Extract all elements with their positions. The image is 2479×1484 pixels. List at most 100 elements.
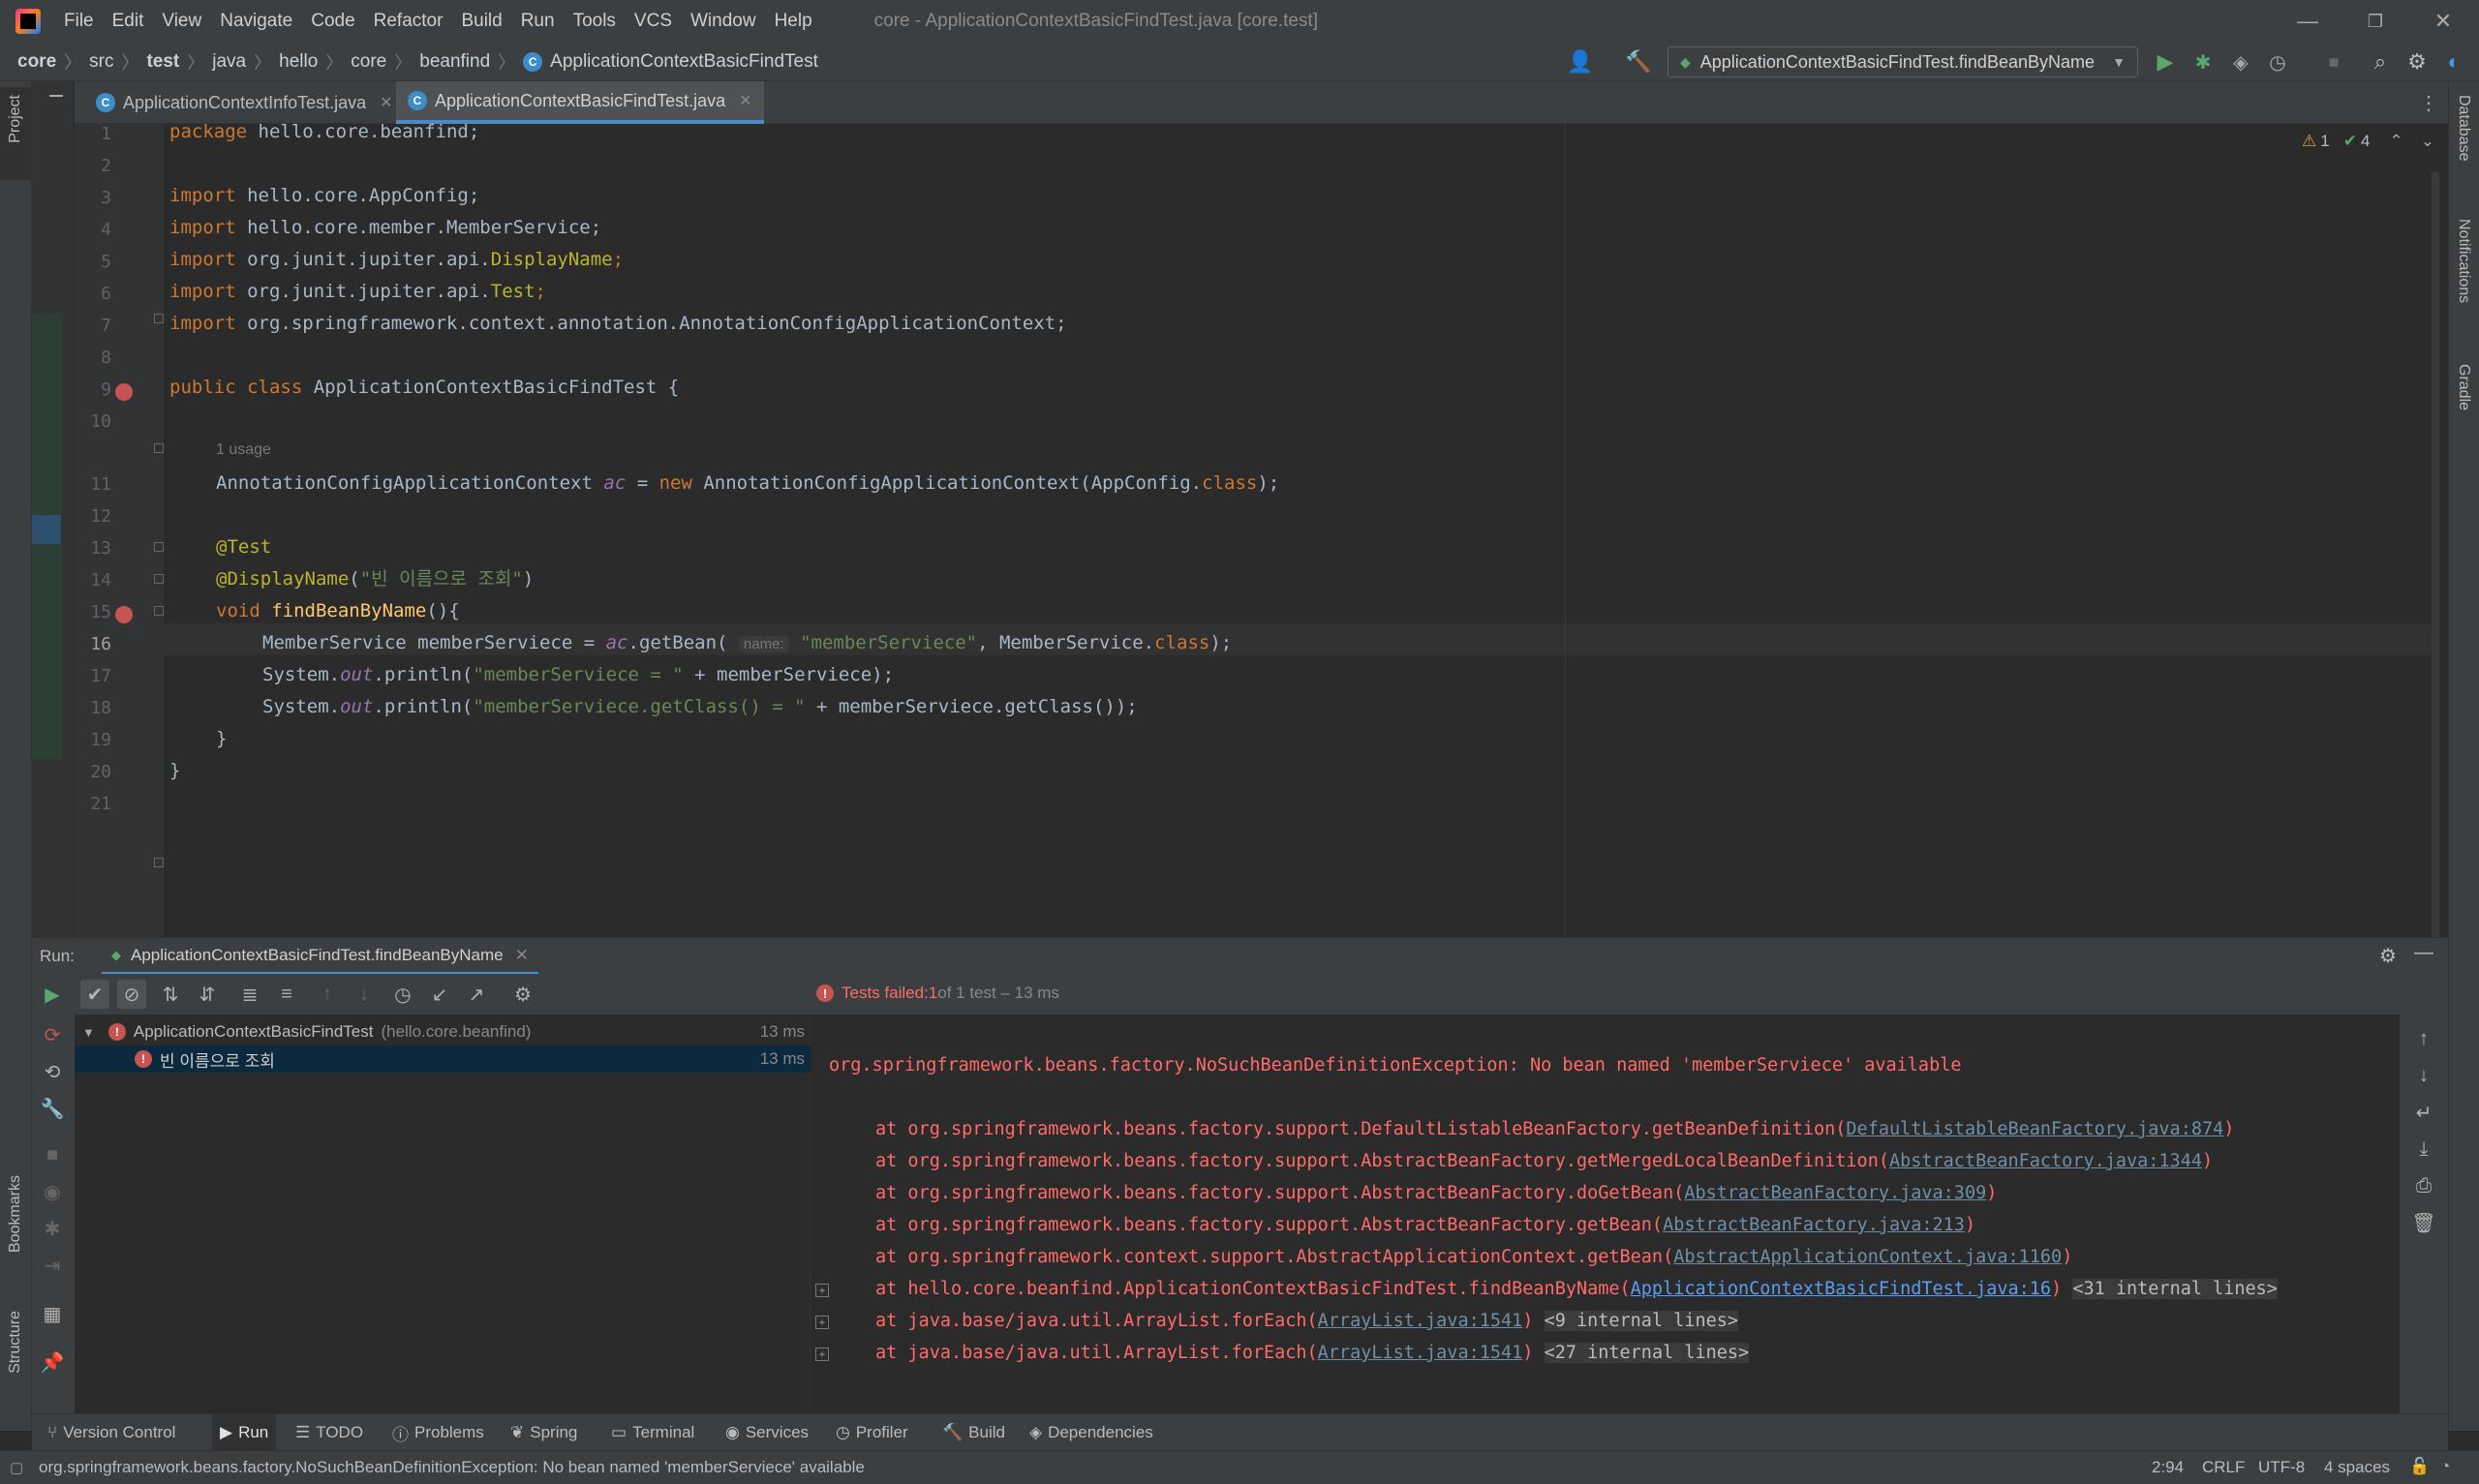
tool-problems[interactable]: ⓘ Problems [392, 1414, 484, 1451]
wrench-icon[interactable]: 🔧 [38, 1094, 67, 1123]
breadcrumb-item[interactable]: hello [279, 51, 318, 73]
indent-setting[interactable]: 4 spaces [2324, 1458, 2390, 1477]
show-passed-icon[interactable]: ✔ [80, 980, 109, 1009]
run-icon[interactable]: ▶ [2152, 48, 2179, 76]
print-icon[interactable]: ⎙ [2409, 1171, 2438, 1200]
file-encoding[interactable]: UTF-8 [2258, 1458, 2305, 1477]
tool-terminal[interactable]: ▭ Terminal [611, 1414, 694, 1451]
lock-icon[interactable]: 🔓 [2409, 1457, 2430, 1476]
menu-edit[interactable]: Edit [112, 11, 144, 32]
rerun-icon[interactable]: ▶ [38, 980, 67, 1009]
breadcrumb-item[interactable]: java [212, 51, 246, 73]
hide-panel-icon[interactable] [49, 95, 63, 97]
trash-icon[interactable]: 🗑 [2409, 1208, 2438, 1237]
coverage-icon[interactable]: ◈ [2227, 48, 2254, 76]
status-window-icon[interactable]: ▢ [10, 1459, 23, 1476]
breadcrumb-item[interactable]: beanfind [419, 51, 490, 73]
menu-refactor[interactable]: Refactor [374, 11, 444, 32]
code-editor[interactable]: package hello.core.beanfind; import hell… [164, 121, 2440, 937]
history-icon[interactable]: ◷ [388, 980, 417, 1009]
debug-icon[interactable]: ✱ [38, 1214, 67, 1243]
breadcrumb-item[interactable]: core [351, 51, 386, 73]
chevron-up-icon[interactable]: ⌃ [2389, 132, 2402, 151]
restore-icon[interactable]: ❐ [2341, 0, 2409, 43]
tool-run[interactable]: ▶ Run [212, 1414, 277, 1451]
show-ignored-icon[interactable]: ⊘ [117, 980, 146, 1009]
editor-scrollbar[interactable] [2432, 172, 2439, 937]
menu-build[interactable]: Build [461, 11, 502, 32]
database-label[interactable]: Database [2455, 95, 2472, 162]
fold-icon[interactable] [154, 574, 164, 584]
expand-fold-icon[interactable]: + [815, 1348, 829, 1361]
expand-fold-icon[interactable]: + [815, 1284, 829, 1297]
internal-lines-fold[interactable]: <31 internal lines> [2072, 1279, 2278, 1299]
breadcrumb-item[interactable]: core [17, 51, 56, 73]
minimize-icon[interactable]: — [2274, 0, 2341, 43]
sort-duration-icon[interactable]: ⇵ [193, 980, 222, 1009]
tool-spring[interactable]: ❦ Spring [510, 1414, 577, 1451]
prev-failed-icon[interactable]: ↑ [313, 980, 342, 1009]
more-tabs-icon[interactable]: ⋮ [2419, 91, 2438, 115]
frame-link[interactable]: ArrayList.java:1541 [1318, 1343, 1523, 1363]
breadcrumb-item[interactable]: ApplicationContextBasicFindTest [550, 51, 818, 73]
user-icon[interactable]: 👤 [1567, 48, 1594, 76]
run-test-gutter-icon[interactable] [115, 606, 133, 623]
menu-tools[interactable]: Tools [573, 11, 616, 32]
intellij-logo-icon[interactable] [15, 9, 41, 34]
status-message[interactable]: org.springframework.beans.factory.NoSuch… [39, 1458, 865, 1477]
run-configuration-select[interactable]: ◆ ApplicationContextBasicFindTest.findBe… [1668, 46, 2138, 77]
settings-gear-icon[interactable]: ⚙ [2403, 48, 2431, 76]
build-hammer-icon[interactable]: 🔨 [1625, 48, 1652, 76]
line-separator[interactable]: CRLF [2202, 1458, 2245, 1477]
tool-version-control[interactable]: ⑂ Version Control [47, 1414, 175, 1451]
fold-icon[interactable] [154, 443, 164, 453]
tool-services[interactable]: ◉ Services [725, 1414, 809, 1451]
chevron-down-icon[interactable]: ⌄ [2421, 132, 2434, 151]
stop-icon[interactable]: ■ [2320, 48, 2347, 76]
frame-link[interactable]: AbstractBeanFactory.java:309 [1684, 1183, 1986, 1203]
menu-window[interactable]: Window [690, 11, 756, 32]
frame-link[interactable]: ArrayList.java:1541 [1318, 1311, 1523, 1331]
expand-all-icon[interactable]: ≣ [235, 980, 264, 1009]
inspection-widget[interactable]: ⚠ 1 ✔ 4 ⌃ ⌄ [2302, 132, 2434, 151]
toolbox-icon[interactable]: ◐ [2440, 48, 2467, 76]
fold-icon[interactable] [154, 314, 164, 323]
frame-link[interactable]: AbstractApplicationContext.java:1160 [1673, 1247, 2062, 1267]
menu-navigate[interactable]: Navigate [220, 11, 292, 32]
close-tab-icon[interactable]: ✕ [515, 946, 529, 965]
caret-position[interactable]: 2:94 [2152, 1458, 2184, 1477]
profile-icon[interactable]: ◷ [2264, 48, 2291, 76]
scroll-down-icon[interactable]: ↓ [2409, 1061, 2438, 1090]
frame-link[interactable]: AbstractBeanFactory.java:213 [1663, 1215, 1965, 1235]
menu-file[interactable]: File [64, 11, 94, 32]
scroll-to-end-icon[interactable]: ⤓ [2409, 1135, 2438, 1164]
frame-link[interactable]: AbstractBeanFactory.java:1344 [1889, 1151, 2202, 1171]
camera-icon[interactable]: ◉ [38, 1177, 67, 1206]
fold-icon[interactable] [154, 606, 164, 616]
import-tests-icon[interactable]: ↙ [425, 980, 454, 1009]
bookmarks-label[interactable]: Bookmarks [7, 1175, 24, 1253]
menu-run[interactable]: Run [521, 11, 555, 32]
tree-row-selected[interactable]: ! 빈 이름으로 조회 13 ms [75, 1045, 811, 1073]
run-test-gutter-icon[interactable] [115, 383, 133, 401]
structure-label[interactable]: Structure [7, 1311, 24, 1374]
rerun-failed-icon[interactable]: ⟳ [38, 1020, 67, 1049]
frame-link[interactable]: DefaultListableBeanFactory.java:874 [1846, 1119, 2223, 1139]
fold-icon[interactable] [154, 542, 164, 552]
stop-icon[interactable]: ■ [38, 1140, 67, 1169]
hide-panel-icon[interactable]: — [2414, 942, 2433, 964]
tool-build[interactable]: 🔨 Build [942, 1414, 1005, 1451]
expand-fold-icon[interactable]: + [815, 1316, 829, 1329]
run-tab[interactable]: ◆ ApplicationContextBasicFindTest.findBe… [102, 938, 538, 975]
menu-view[interactable]: View [162, 11, 201, 32]
breadcrumb-item[interactable]: test [146, 51, 179, 73]
close-tab-icon[interactable]: ✕ [380, 93, 392, 112]
chevron-down-icon[interactable]: ▼ [82, 1025, 95, 1040]
scroll-up-icon[interactable]: ↑ [2409, 1024, 2438, 1053]
next-failed-icon[interactable]: ↓ [350, 980, 379, 1009]
export-tests-icon[interactable]: ↗ [462, 980, 491, 1009]
frame-link[interactable]: ApplicationContextBasicFindTest.java:16 [1631, 1279, 2051, 1299]
settings-gear-icon[interactable]: ⚙ [2379, 944, 2397, 968]
collapse-all-icon[interactable]: ≡ [272, 980, 301, 1009]
tool-profiler[interactable]: ◷ Profiler [836, 1414, 908, 1451]
